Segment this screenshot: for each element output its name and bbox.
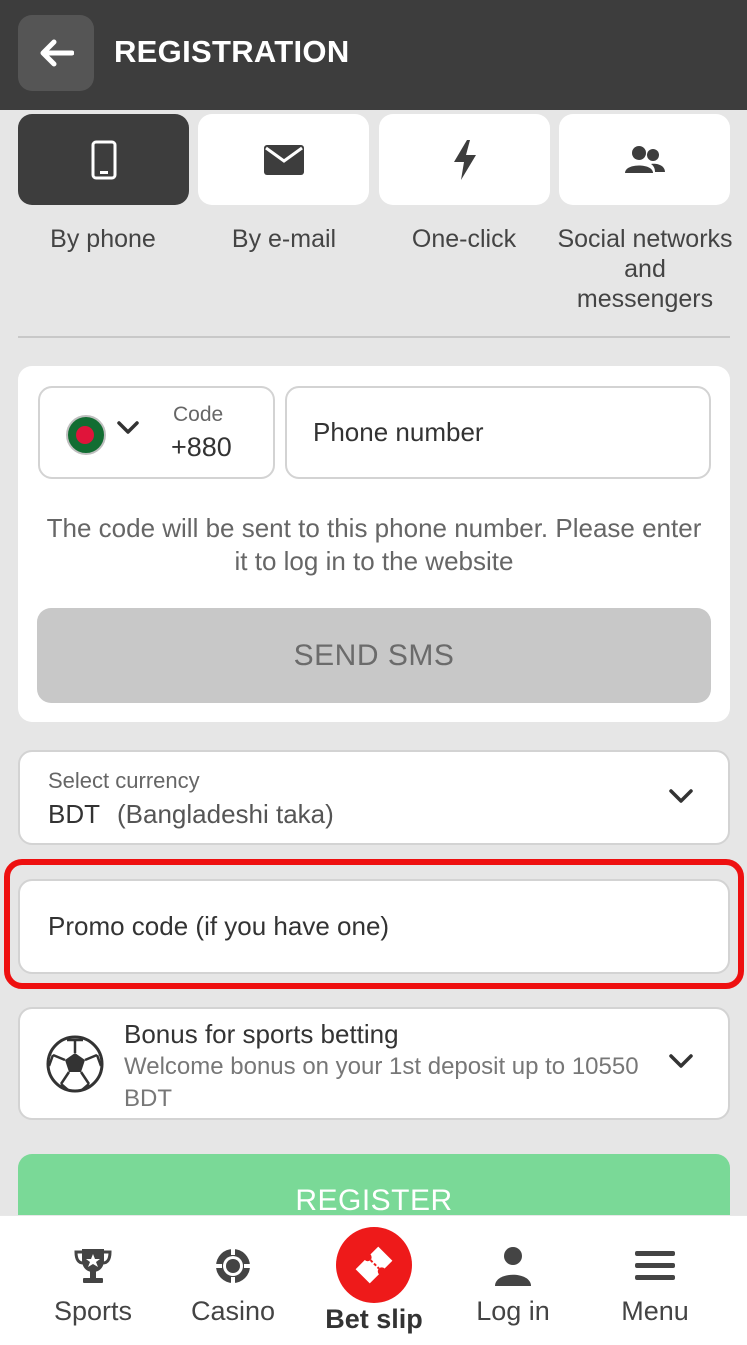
tab-by-email[interactable] — [198, 114, 369, 205]
bet-slip-button[interactable] — [336, 1227, 412, 1303]
nav-sports[interactable]: Sports — [18, 1216, 168, 1345]
casino-chip-icon — [216, 1249, 250, 1283]
currency-code: BDT — [48, 799, 100, 829]
phone-icon — [91, 140, 116, 179]
nav-sports-label: Sports — [53, 1296, 133, 1326]
tab-label-one-click: One-click — [411, 225, 517, 253]
mail-icon — [263, 144, 304, 175]
country-code-selector[interactable]: Code +880 — [38, 386, 275, 479]
users-icon — [624, 145, 665, 173]
currency-name: (Bangladeshi taka) — [117, 799, 334, 829]
sms-hint-text: The code will be sent to this phone numb… — [46, 513, 702, 576]
nav-casino-label: Casino — [190, 1296, 276, 1326]
tab-label-by-email: By e-mail — [231, 225, 337, 253]
tab-label-social-networks: Social networks and messengers — [557, 225, 733, 313]
nav-login[interactable]: Log in — [438, 1216, 588, 1345]
bottom-nav: Sports Casino Log in Menu Bet slip — [0, 1215, 747, 1345]
bangladesh-flag-icon — [66, 415, 106, 455]
chevron-down-icon — [117, 421, 139, 434]
nav-login-label: Log in — [476, 1296, 550, 1326]
bonus-title: Bonus for sports betting — [124, 1019, 399, 1049]
lightning-icon — [453, 139, 476, 180]
phone-number-field[interactable] — [285, 386, 711, 479]
currency-label: Select currency — [48, 768, 200, 793]
code-value: +880 — [171, 432, 232, 462]
user-icon — [495, 1247, 531, 1286]
nav-casino[interactable]: Casino — [158, 1216, 308, 1345]
nav-bet-slip-label[interactable]: Bet slip — [299, 1304, 449, 1335]
code-label: Code — [173, 403, 224, 426]
trophy-icon — [74, 1249, 112, 1283]
phone-number-input[interactable] — [313, 388, 693, 477]
divider — [18, 336, 730, 338]
hamburger-menu-icon — [635, 1251, 675, 1280]
nav-menu[interactable]: Menu — [580, 1216, 730, 1345]
page-title: REGISTRATION — [114, 34, 350, 69]
send-sms-button[interactable]: SEND SMS — [37, 608, 711, 703]
back-button[interactable] — [18, 15, 94, 91]
tab-by-phone[interactable] — [18, 114, 189, 205]
tab-one-click[interactable] — [379, 114, 550, 205]
phone-registration-card: Code +880 The code will be sent to this … — [18, 366, 730, 722]
bonus-description: Welcome bonus on your 1st deposit up to … — [124, 1053, 639, 1112]
bonus-select[interactable]: Bonus for sports betting Welcome bonus o… — [18, 1007, 730, 1120]
chevron-down-icon — [669, 1054, 693, 1068]
tab-label-by-phone: By phone — [50, 225, 156, 253]
arrow-left-icon — [40, 39, 74, 67]
soccer-ball-icon — [46, 1035, 104, 1093]
header: REGISTRATION — [0, 0, 747, 110]
promo-code-field[interactable] — [18, 879, 730, 974]
ticket-icon — [355, 1246, 393, 1284]
tab-social-networks[interactable] — [559, 114, 730, 205]
promo-code-input[interactable] — [48, 881, 708, 972]
chevron-down-icon — [669, 789, 693, 803]
currency-select[interactable]: Select currency BDT (Bangladeshi taka) — [18, 750, 730, 845]
nav-menu-label: Menu — [621, 1296, 689, 1326]
